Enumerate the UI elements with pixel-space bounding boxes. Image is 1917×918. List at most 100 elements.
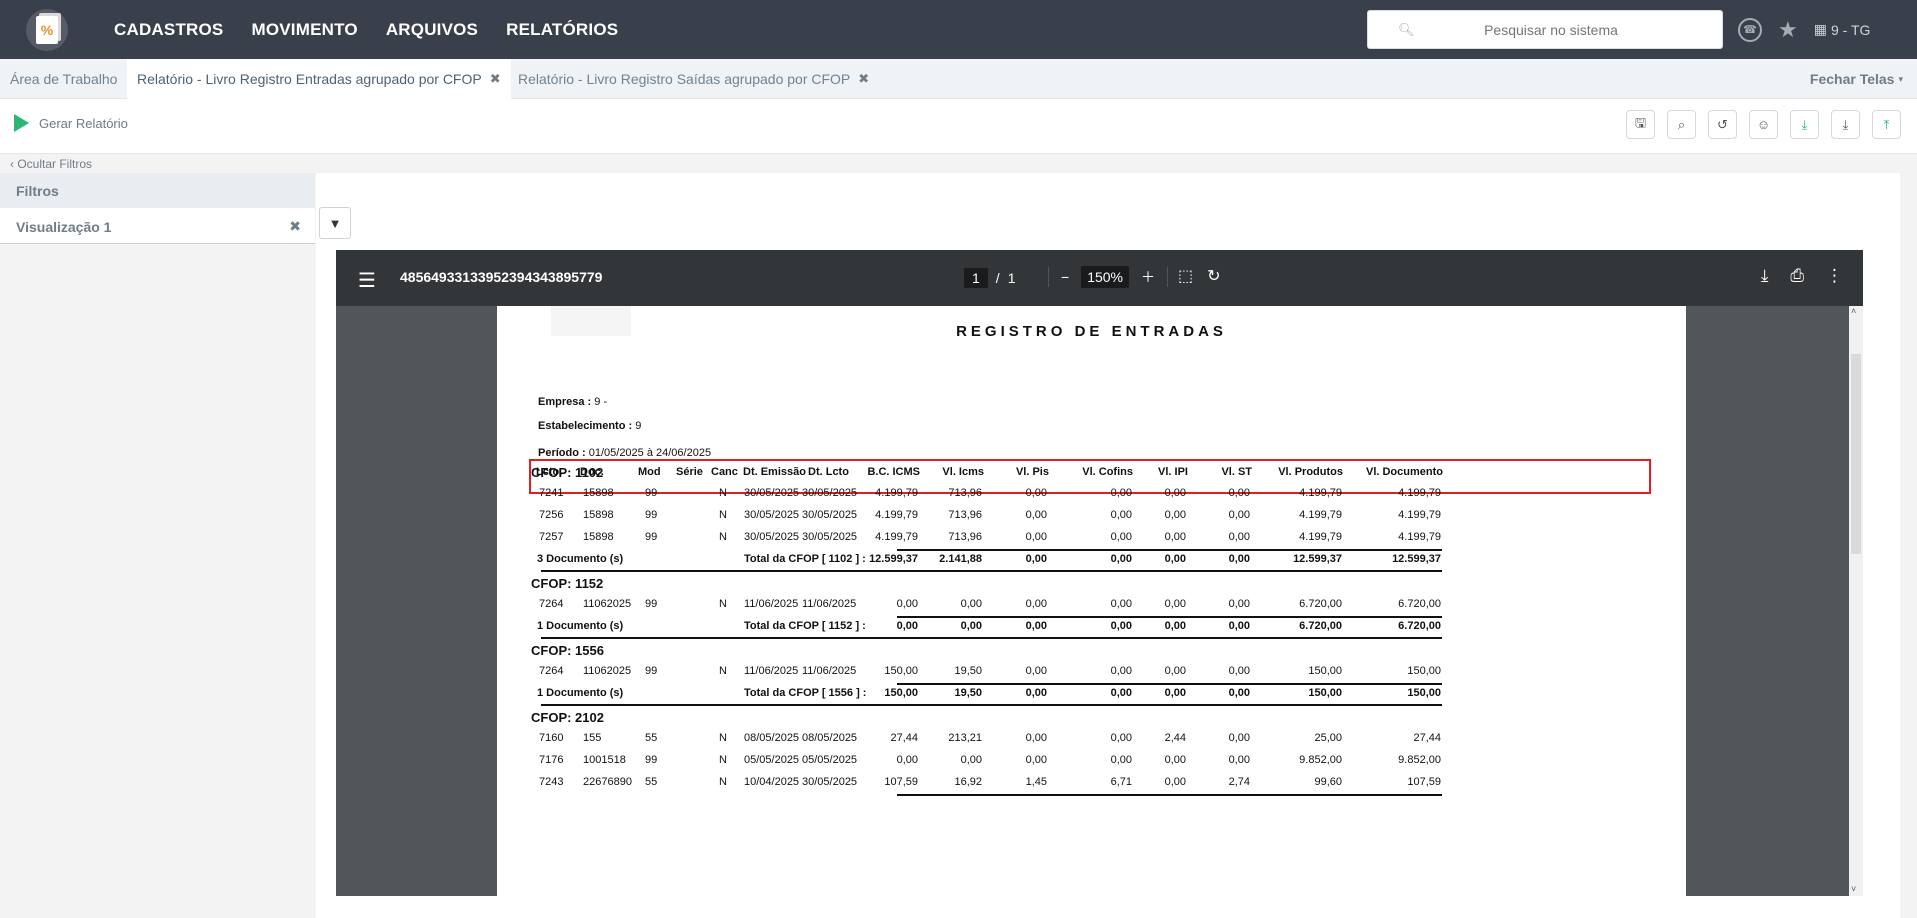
menu-cadastros[interactable]: CADASTROS	[114, 20, 223, 40]
download-alt-icon[interactable]: ⤓	[1831, 110, 1860, 139]
save-icon[interactable]: 🖫︎	[1626, 110, 1655, 139]
total-divider	[897, 616, 1442, 618]
table-cell: 30/05/2025	[744, 531, 800, 543]
column-header: Vl. Documento	[1365, 466, 1443, 478]
table-cell: 107,59	[1407, 776, 1441, 788]
table-cell: N	[719, 776, 727, 788]
table-cell: 15898	[583, 509, 614, 521]
star-icon[interactable]: ★	[1778, 17, 1798, 43]
building-icon: ▦	[1813, 21, 1827, 37]
hide-filters-label: Ocultar Filtros	[17, 157, 93, 171]
close-icon[interactable]: ✖	[490, 71, 501, 87]
zoom-out-icon[interactable]: −	[1061, 269, 1069, 285]
app-logo[interactable]: %	[26, 9, 68, 51]
table-cell: 99	[645, 754, 658, 766]
table-cell: 4.199,79	[1398, 531, 1441, 543]
table-cell: 08/05/2025	[744, 732, 800, 744]
table-cell: 7160	[539, 732, 564, 744]
menu-movimento[interactable]: MOVIMENTO	[251, 20, 357, 40]
total-divider	[897, 683, 1442, 685]
scrollbar[interactable]: ˄ ˅	[1849, 306, 1863, 896]
close-all-tabs-button[interactable]: Fechar Telas ▾	[1810, 59, 1903, 99]
cfop-group-title: CFOP: 1152	[531, 576, 604, 591]
hide-filters-link[interactable]: ‹ Ocultar Filtros	[10, 157, 92, 171]
table-cell: 7257	[539, 531, 564, 543]
table-cell: 7256	[539, 509, 564, 521]
total-value: 12.599,37	[1392, 553, 1441, 565]
scroll-thumb[interactable]	[1851, 354, 1861, 554]
column-header: Canc	[711, 466, 738, 478]
zoom-controls: − 150% ＋	[1048, 266, 1168, 288]
menu-arquivos[interactable]: ARQUIVOS	[386, 20, 478, 40]
store-selector[interactable]: ▦ 9 - TG	[1814, 21, 1871, 38]
search-icon[interactable]: ⌕	[1667, 110, 1696, 139]
total-divider	[897, 794, 1442, 796]
table-cell: 155	[583, 732, 602, 744]
upload-icon[interactable]: ⤒	[1872, 110, 1901, 139]
close-icon[interactable]: ✖	[858, 71, 869, 87]
pdf-viewer: ☰ 48564933133952394343895779 1 / 1 − 150…	[336, 250, 1863, 896]
page-indicator: 1 / 1	[964, 268, 1015, 288]
search-input[interactable]	[1414, 21, 1688, 38]
chevron-left-icon: ‹	[10, 157, 14, 171]
top-navbar: % CADASTROS MOVIMENTO ARQUIVOS RELATÓRIO…	[0, 0, 1917, 59]
filter-icon[interactable]: ▼	[319, 207, 351, 239]
print-icon[interactable]: ⎙	[1790, 266, 1804, 286]
table-cell: 11062025	[583, 665, 632, 677]
download-icon[interactable]: ⤓	[1790, 110, 1819, 139]
pdf-page: REGISTRO DE ENTRADAS Empresa : 9 - Estab…	[497, 306, 1686, 896]
table-cell: 10/04/2025	[744, 776, 800, 788]
table-cell: 11/06/2025	[744, 598, 799, 610]
search-box[interactable]: 🔍︎	[1367, 10, 1723, 49]
zoom-level[interactable]: 150%	[1081, 266, 1129, 288]
rotate-icon[interactable]: ↻	[1207, 266, 1220, 286]
tab-registro-saidas[interactable]: Relatório - Livro Registro Saídas agrupa…	[508, 59, 879, 99]
divider	[1167, 267, 1168, 287]
scroll-down-icon[interactable]: ˅	[1851, 884, 1856, 894]
table-cell: 11/06/2025	[744, 665, 799, 677]
caret-down-icon: ▾	[1898, 73, 1903, 84]
generate-report-button[interactable]: Gerar Relatório	[14, 114, 128, 132]
table-cell: 7241	[539, 487, 564, 499]
report-toolbar: Gerar Relatório 🖫︎ ⌕ ↺ ☺ ⤓ ⤓ ⤒	[0, 99, 1917, 154]
more-vert-icon[interactable]: ⋮	[1826, 266, 1843, 286]
page-separator: /	[995, 270, 1000, 286]
group-divider	[541, 704, 1442, 706]
table-cell: N	[719, 665, 727, 677]
table-cell: 15898	[583, 531, 614, 543]
close-all-label: Fechar Telas	[1809, 71, 1895, 87]
scroll-up-icon[interactable]: ˄	[1851, 306, 1856, 316]
table-cell: 6.720,00	[1398, 598, 1441, 610]
whatsapp-icon[interactable]: ☎	[1738, 17, 1762, 42]
tab-area-trabalho[interactable]: Área de Trabalho	[0, 59, 127, 99]
table-cell: N	[719, 509, 727, 521]
table-cell: N	[719, 531, 727, 543]
divider	[1048, 267, 1049, 287]
column-header: Série	[676, 466, 703, 478]
fit-controls: ⬚ ↻	[1178, 266, 1221, 286]
menu-icon[interactable]: ☰	[358, 268, 376, 293]
filters-sidebar: Filtros Visualização 1 ✖	[0, 173, 315, 918]
estabelecimento-line: Estabelecimento : 9	[538, 420, 641, 432]
history-icon[interactable]: ↺	[1708, 110, 1737, 139]
empresa-label: Empresa :	[538, 396, 592, 408]
pdf-filename: 48564933133952394343895779	[400, 269, 603, 285]
table-cell: 4.199,79	[1398, 509, 1441, 521]
empresa-line: Empresa : 9 -	[538, 396, 607, 408]
table-cell: 05/05/2025	[744, 754, 800, 766]
table-cell: 7264	[539, 598, 564, 610]
close-icon[interactable]: ✖	[289, 218, 301, 235]
table-cell: 4.199,79	[1398, 487, 1441, 499]
menu-relatorios[interactable]: RELATÓRIOS	[506, 20, 618, 40]
download-icon[interactable]: ⤓	[1761, 266, 1769, 286]
table-cell: 15898	[583, 487, 614, 499]
cfop-group-title: CFOP: 2102	[531, 710, 604, 725]
fit-page-icon[interactable]: ⬚	[1178, 266, 1193, 286]
view-item[interactable]: Visualização 1 ✖	[0, 208, 315, 244]
tab-label: Relatório - Livro Registro Saídas agrupa…	[518, 71, 851, 87]
users-icon[interactable]: ☺	[1749, 110, 1778, 139]
tab-registro-entradas[interactable]: Relatório - Livro Registro Entradas agru…	[127, 59, 511, 99]
page-input[interactable]: 1	[964, 268, 988, 288]
zoom-in-icon[interactable]: ＋	[1141, 267, 1155, 287]
table-cell: 30/05/2025	[744, 487, 800, 499]
